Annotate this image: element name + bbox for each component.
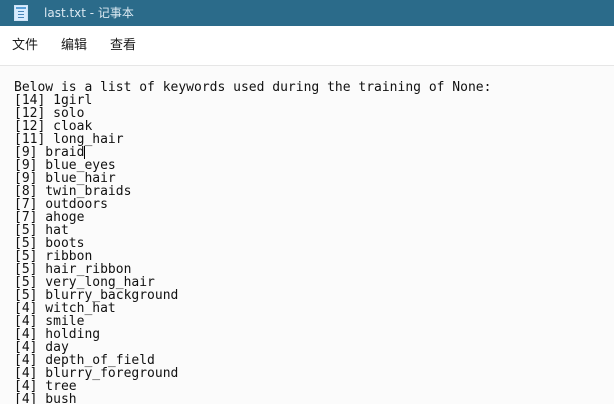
menu-bar: 文件 编辑 查看 [0, 26, 614, 66]
notepad-icon [14, 5, 28, 21]
editor-text[interactable]: Below is a list of keywords used during … [14, 81, 491, 404]
text-line: [4] tree [14, 379, 77, 394]
text-line: [7] ahoge [14, 210, 85, 225]
menu-edit[interactable]: 编辑 [49, 26, 98, 66]
text-line: [5] hat [14, 223, 69, 238]
text-line: [4] holding [14, 327, 101, 342]
menu-file[interactable]: 文件 [0, 26, 49, 66]
text-line: [14] 1girl [14, 93, 93, 108]
menu-view[interactable]: 查看 [98, 26, 147, 66]
text-line: [11] long_hair [14, 132, 124, 147]
text-line: [4] witch_hat [14, 301, 116, 316]
title-bar: last.txt - 记事本 [0, 0, 614, 26]
text-line: [7] outdoors [14, 197, 108, 212]
window-title: last.txt - 记事本 [44, 6, 134, 20]
text-line: [4] bush [14, 392, 77, 404]
text-line: [4] blurry_foreground [14, 366, 179, 381]
text-editor[interactable]: Below is a list of keywords used during … [0, 66, 614, 404]
